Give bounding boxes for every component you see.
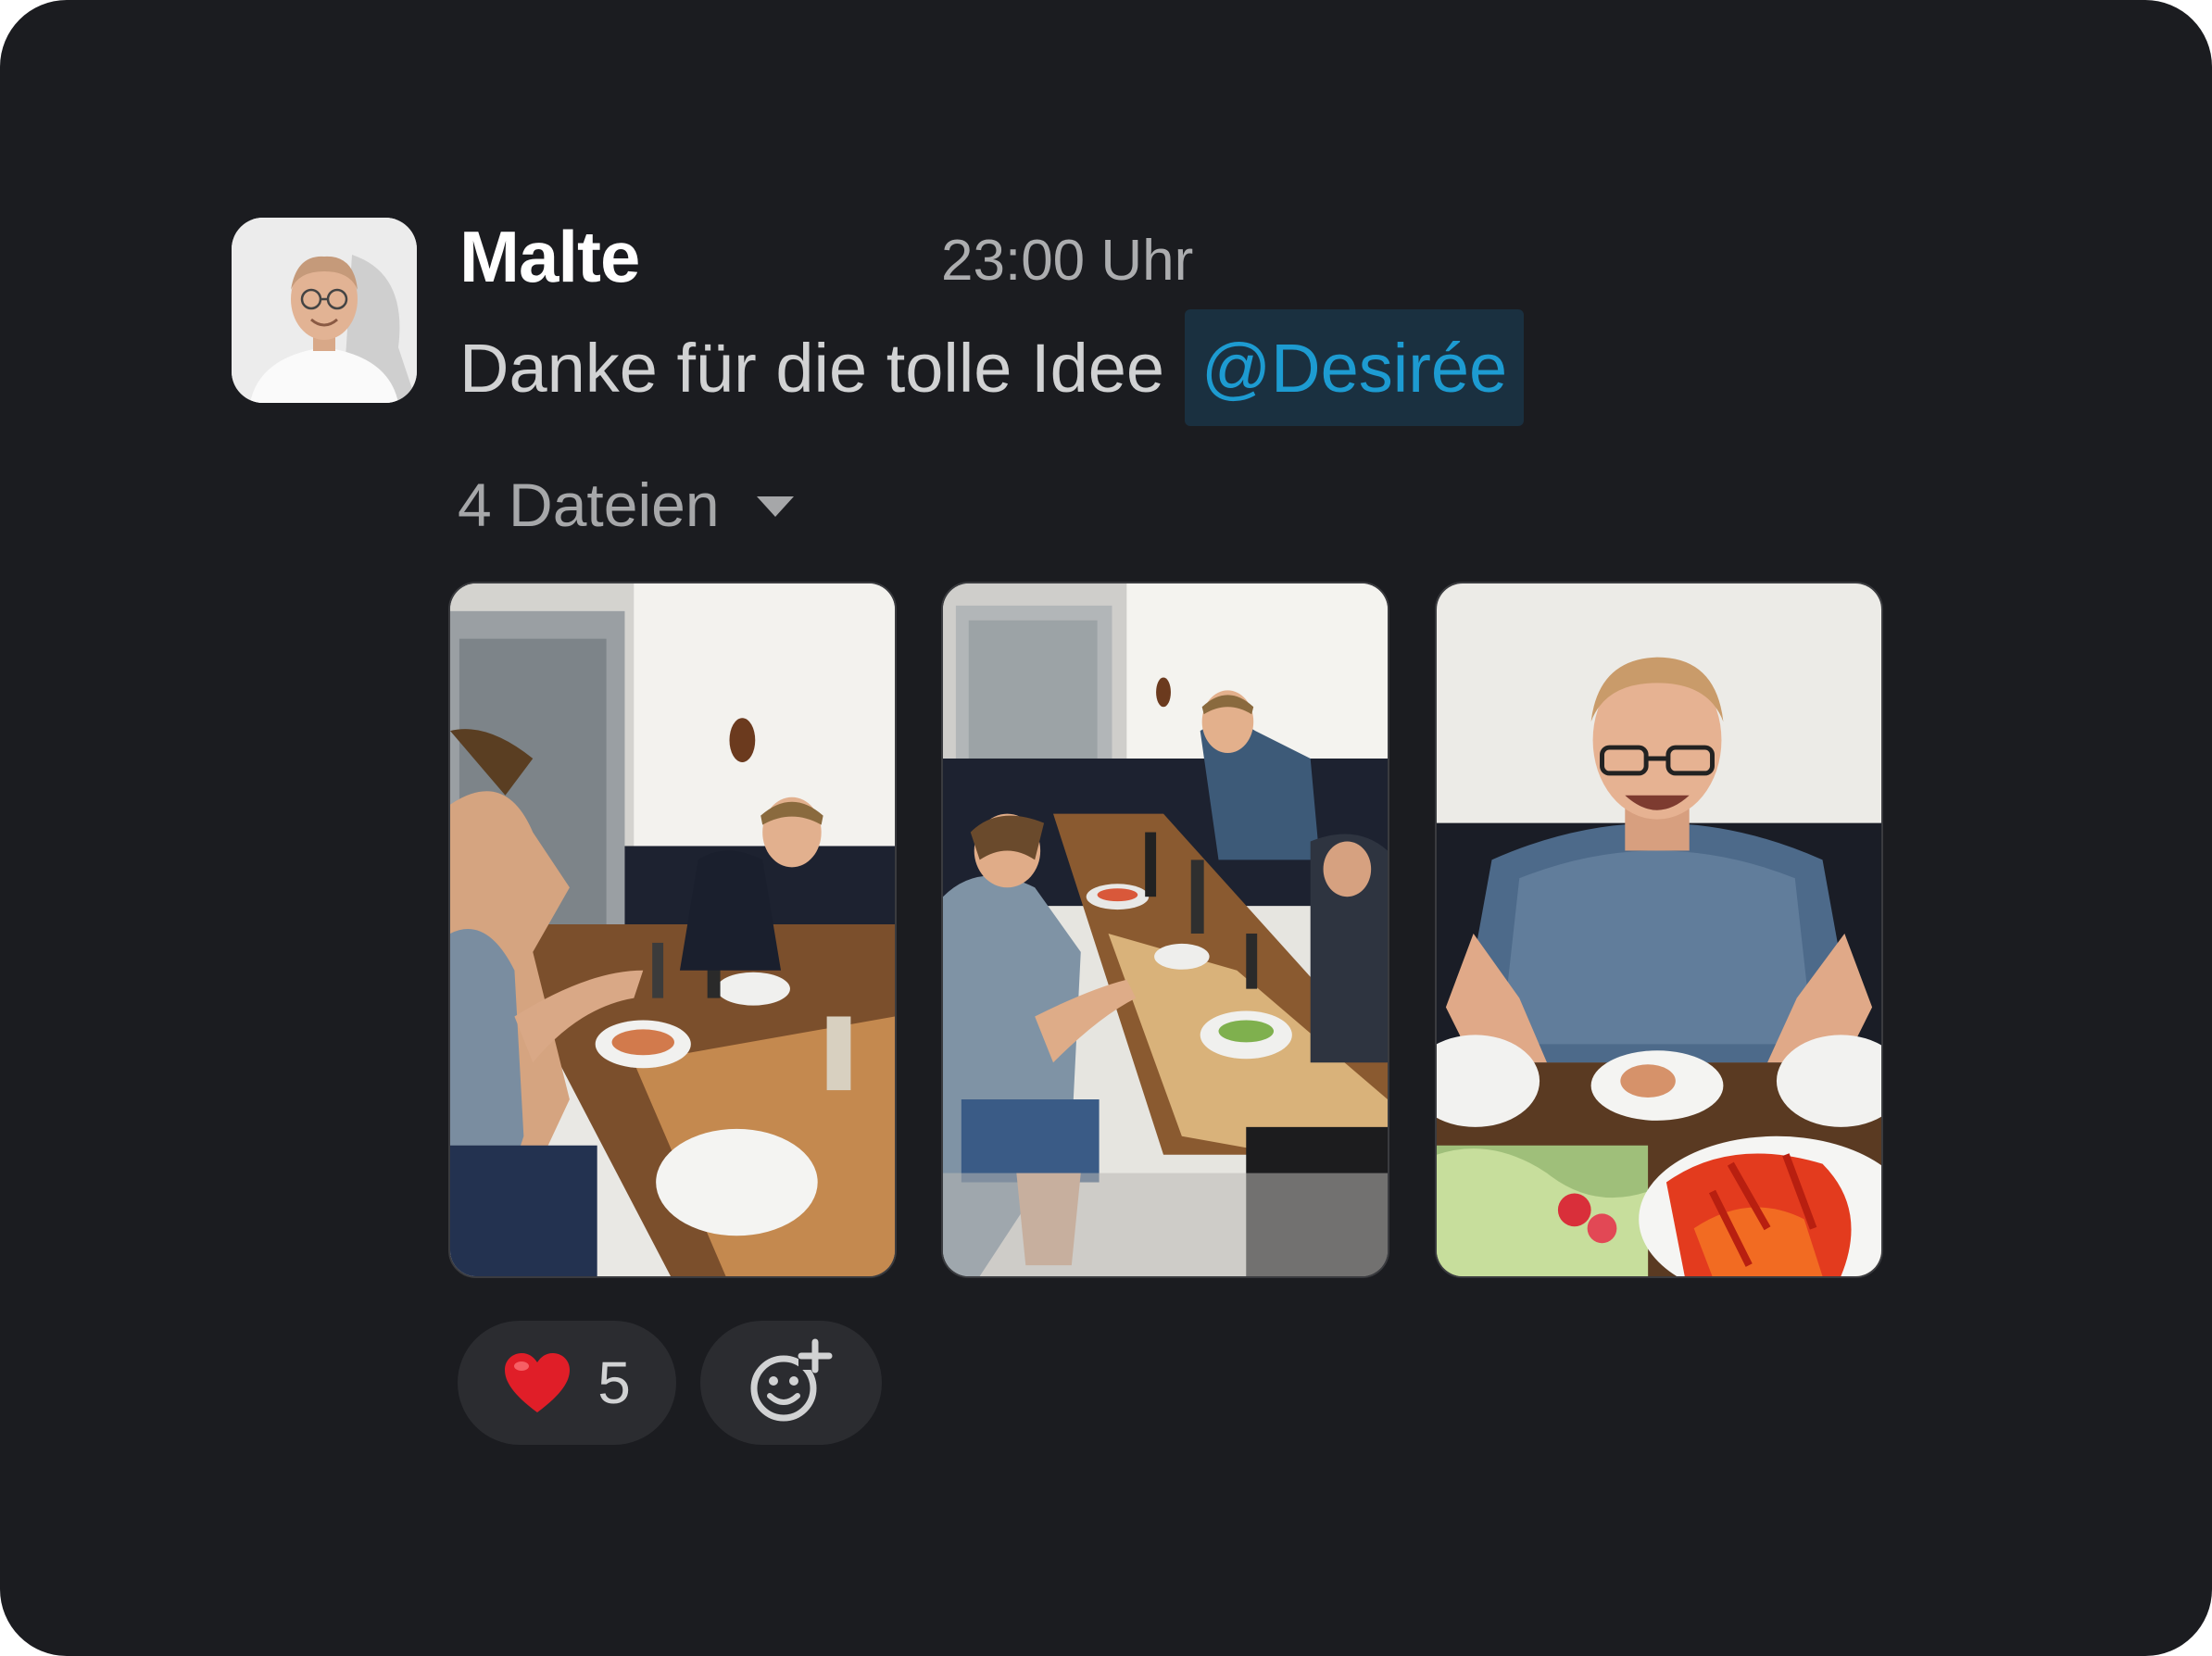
avatar-photo xyxy=(232,218,417,403)
reaction-count: 5 xyxy=(597,1349,631,1416)
add-reaction-icon xyxy=(750,1338,833,1422)
message-body: Danke für die tolle Idee @Desirée xyxy=(459,308,1525,427)
message-card: Malte 23:00 Uhr Danke für die tolle Idee… xyxy=(0,0,2212,1656)
image-attachment-2[interactable] xyxy=(941,582,1389,1278)
author-avatar[interactable] xyxy=(232,218,417,403)
image-attachment-3[interactable] xyxy=(1435,582,1883,1278)
user-mention[interactable]: @Desirée xyxy=(1185,309,1525,426)
photo-man-smiling-at-table xyxy=(1437,583,1881,1276)
files-count-label: 4 Dateien xyxy=(458,470,720,539)
reaction-heart[interactable]: 5 xyxy=(458,1321,676,1445)
message-timestamp[interactable]: 23:00 Uhr xyxy=(941,228,1193,295)
add-reaction-button[interactable] xyxy=(700,1321,882,1445)
caret-down-icon xyxy=(756,496,794,517)
files-toggle[interactable]: 4 Dateien xyxy=(458,468,794,542)
image-attachment-1[interactable] xyxy=(448,582,897,1278)
author-name[interactable]: Malte xyxy=(459,215,640,298)
photo-dinner-table-group xyxy=(943,583,1388,1276)
message-text: Danke für die tolle Idee xyxy=(459,329,1165,407)
photo-dinner-table-two-people xyxy=(450,583,895,1276)
heart-icon xyxy=(505,1353,571,1412)
